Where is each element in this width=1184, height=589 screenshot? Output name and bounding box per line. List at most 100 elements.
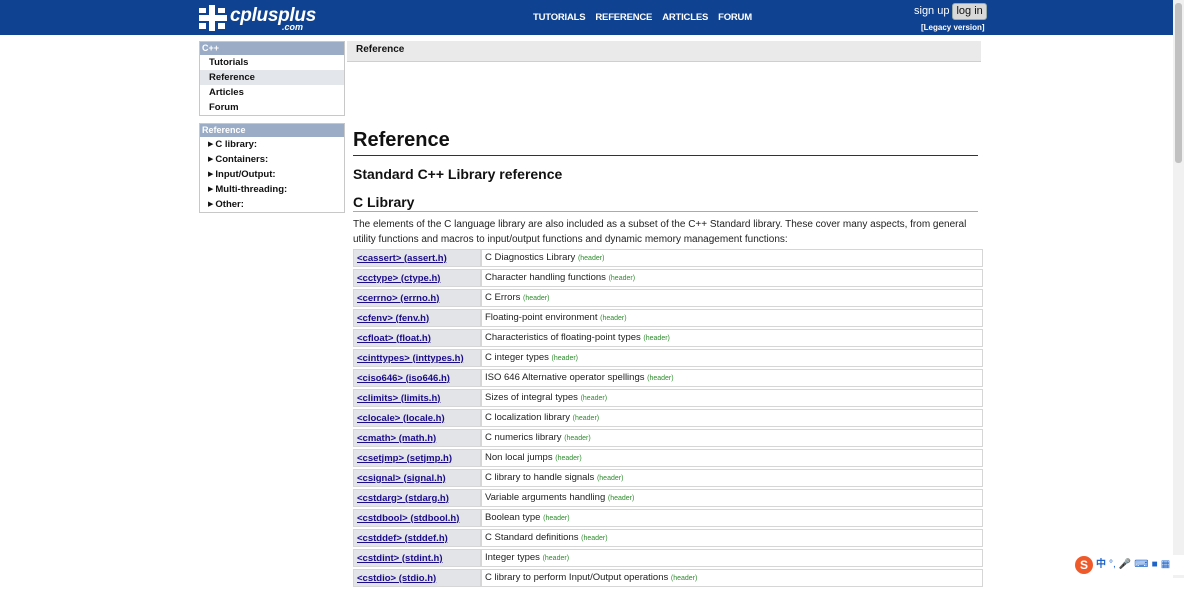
library-link[interactable]: <cstdint> (stdint.h) [357, 553, 443, 564]
sidebar-item-forum[interactable]: Forum [200, 100, 344, 115]
ime-logo-icon[interactable]: S [1075, 556, 1093, 574]
logo-plus-icon [199, 5, 227, 31]
table-row: <csignal> (signal.h) C library to handle … [353, 469, 983, 487]
table-row: <cinttypes> (inttypes.h) C integer types … [353, 349, 983, 367]
library-link[interactable]: <climits> (limits.h) [357, 393, 440, 404]
top-bar: cplusplus .com TUTORIALS REFERENCE ARTIC… [0, 0, 1173, 35]
sidebar-item-tutorials[interactable]: Tutorials [200, 55, 344, 70]
legacy-version-link[interactable]: [Legacy version] [921, 23, 985, 32]
header-tag: (header) [581, 535, 608, 542]
library-link[interactable]: <cstdio> (stdio.h) [357, 573, 436, 584]
library-description: Non local jumps [485, 452, 553, 463]
library-name-cell: <cctype> (ctype.h) [353, 269, 481, 287]
header-tag: (header) [670, 575, 698, 582]
table-row: <climits> (limits.h) Sizes of integral ty… [353, 389, 983, 407]
library-link[interactable]: <csignal> (signal.h) [357, 473, 446, 484]
ime-toolbar: S 中 °, 🎤 ⌨ ■ ▦ [1073, 555, 1184, 575]
logo-subtext: .com [282, 22, 304, 32]
library-link[interactable]: <cerrno> (errno.h) [357, 293, 439, 304]
library-description-cell: Character handling functions (header) [481, 269, 983, 287]
table-row: <cstdint> (stdint.h) Integer types (heade… [353, 549, 983, 567]
title-divider [353, 155, 978, 156]
punctuation-icon[interactable]: °, [1109, 559, 1116, 571]
library-link[interactable]: <cstddef> (stddef.h) [357, 533, 448, 544]
library-link[interactable]: <cmath> (math.h) [357, 433, 436, 444]
sign-up-link[interactable]: sign up [914, 5, 949, 17]
library-description-cell: Variable arguments handling (header) [481, 489, 983, 507]
sidebar-section-title: C++ [200, 42, 344, 55]
table-row: <ciso646> (iso646.h) ISO 646 Alternative … [353, 369, 983, 387]
library-link[interactable]: <csetjmp> (setjmp.h) [357, 453, 452, 464]
library-description: Floating-point environment [485, 312, 598, 323]
library-description-cell: Integer types (header) [481, 549, 983, 567]
sidebar-item-multi-threading[interactable]: ▶ Multi-threading: [200, 182, 344, 197]
table-row: <cfloat> (float.h) Characteristics of flo… [353, 329, 983, 347]
shirt-icon[interactable]: ■ [1152, 559, 1158, 571]
log-in-button[interactable]: log in [952, 2, 987, 20]
table-row: <cerrno> (errno.h) C Errors (header) [353, 289, 983, 307]
library-description: C Diagnostics Library [485, 252, 576, 263]
header-tag: (header) [543, 515, 570, 522]
library-name-cell: <cstdint> (stdint.h) [353, 549, 481, 567]
header-tag: (header) [600, 315, 627, 322]
library-description-cell: C library to perform Input/Output operat… [481, 569, 983, 587]
library-description: C Standard definitions [485, 532, 579, 543]
library-description: C integer types [485, 352, 549, 363]
library-link[interactable]: <ciso646> (iso646.h) [357, 373, 450, 384]
library-description-cell: C integer types (header) [481, 349, 983, 367]
table-row: <cstddef> (stddef.h) C Standard definitio… [353, 529, 983, 547]
sidebar-item-label: Other: [215, 199, 244, 210]
library-name-cell: <ciso646> (iso646.h) [353, 369, 481, 387]
scrollbar-thumb[interactable] [1175, 3, 1182, 163]
sidebar-item-input-output[interactable]: ▶ Input/Output: [200, 167, 344, 182]
library-description-cell: C library to handle signals (header) [481, 469, 983, 487]
expand-arrow-icon: ▶ [208, 171, 214, 178]
nav-tutorials[interactable]: TUTORIALS [533, 12, 586, 24]
grid-icon[interactable]: ▦ [1161, 559, 1170, 571]
header-tag: (header) [555, 455, 582, 462]
nav-forum[interactable]: FORUM [718, 12, 752, 24]
sidebar-item-label: Multi-threading: [215, 184, 288, 195]
sidebar-item-reference[interactable]: Reference [200, 70, 344, 85]
ime-mode-toggle[interactable]: 中 [1096, 559, 1106, 571]
auth-area: sign up log in [914, 2, 987, 20]
vertical-scrollbar[interactable] [1173, 0, 1184, 578]
library-description: Sizes of integral types [485, 392, 578, 403]
library-name-cell: <cinttypes> (inttypes.h) [353, 349, 481, 367]
header-tag: (header) [596, 475, 624, 482]
section-title: C Library [353, 194, 415, 210]
nav-reference[interactable]: REFERENCE [595, 12, 652, 24]
library-link[interactable]: <cctype> (ctype.h) [357, 273, 440, 284]
library-link[interactable]: <cfloat> (float.h) [357, 333, 431, 344]
library-description-cell: Boolean type (header) [481, 509, 983, 527]
header-tag: (header) [577, 255, 605, 262]
sidebar-item-articles[interactable]: Articles [200, 85, 344, 100]
page-subtitle: Standard C++ Library reference [353, 166, 563, 182]
library-link[interactable]: <cstdarg> (stdarg.h) [357, 493, 449, 504]
expand-arrow-icon: ▶ [208, 201, 214, 208]
sidebar-item-c-library[interactable]: ▶ C library: [200, 137, 344, 152]
microphone-icon[interactable]: 🎤 [1119, 559, 1131, 571]
site-logo[interactable]: cplusplus .com [199, 4, 316, 32]
table-row: <cassert> (assert.h) C Diagnostics Librar… [353, 249, 983, 267]
nav-articles[interactable]: ARTICLES [662, 12, 708, 24]
library-link[interactable]: <cstdbool> (stdbool.h) [357, 513, 459, 524]
library-link[interactable]: <cassert> (assert.h) [357, 253, 447, 264]
library-name-cell: <cfloat> (float.h) [353, 329, 481, 347]
header-tag: (header) [580, 395, 608, 402]
sidebar-item-containers[interactable]: ▶ Containers: [200, 152, 344, 167]
library-link[interactable]: <cfenv> (fenv.h) [357, 313, 429, 324]
library-name-cell: <climits> (limits.h) [353, 389, 481, 407]
library-description-cell: C Errors (header) [481, 289, 983, 307]
table-row: <cmath> (math.h) C numerics library (head… [353, 429, 983, 447]
library-description: Boolean type [485, 512, 541, 523]
library-link[interactable]: <clocale> (locale.h) [357, 413, 445, 424]
breadcrumb: Reference [347, 41, 981, 62]
header-tag: (header) [608, 275, 636, 282]
library-name-cell: <cstddef> (stddef.h) [353, 529, 481, 547]
sidebar-item-other[interactable]: ▶ Other: [200, 197, 344, 212]
table-row: <clocale> (locale.h) C localization libra… [353, 409, 983, 427]
library-description: Variable arguments handling [485, 492, 606, 503]
keyboard-icon[interactable]: ⌨ [1134, 559, 1148, 571]
library-link[interactable]: <cinttypes> (inttypes.h) [357, 353, 464, 364]
